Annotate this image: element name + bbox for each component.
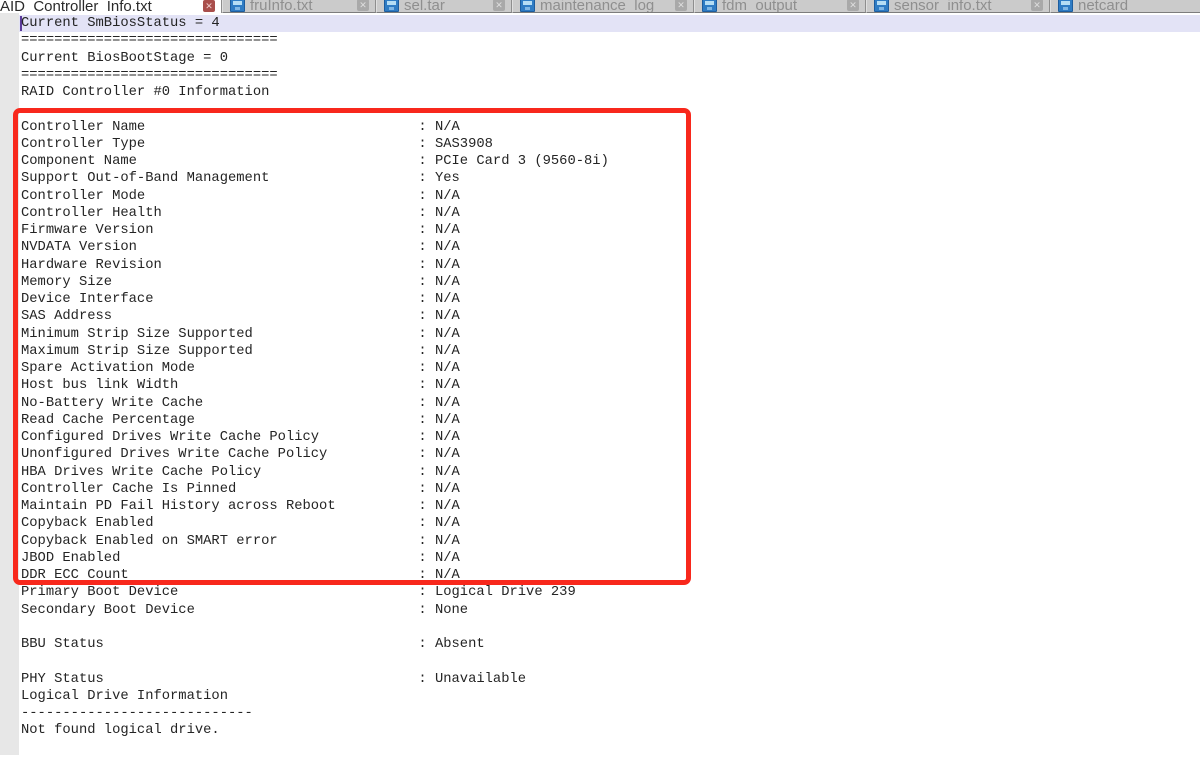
- editor-line: Copyback Enabled : N/A: [21, 515, 609, 532]
- editor-line: Firmware Version : N/A: [21, 222, 609, 239]
- editor-line: JBOD Enabled : N/A: [21, 550, 609, 567]
- document-text: Current SmBiosStatus = 4================…: [21, 15, 609, 740]
- editor-line: [21, 101, 609, 118]
- editor-line: BBU Status : Absent: [21, 636, 609, 653]
- editor-line: Device Interface : N/A: [21, 291, 609, 308]
- tab-content: fdm_output ✕: [695, 0, 865, 13]
- editor-line: No-Battery Write Cache : N/A: [21, 395, 609, 412]
- tab-maintenance-log[interactable]: maintenance_log ✕: [512, 0, 694, 13]
- editor-line: Controller Health : N/A: [21, 205, 609, 222]
- editor-line: Component Name : PCIe Card 3 (9560-8i): [21, 153, 609, 170]
- save-icon: [230, 0, 245, 12]
- editor-line: Maintain PD Fail History across Reboot :…: [21, 498, 609, 515]
- editor-line: Controller Type : SAS3908: [21, 136, 609, 153]
- editor-line: Controller Cache Is Pinned : N/A: [21, 481, 609, 498]
- tab-content: fruInfo.txt ✕: [223, 0, 375, 13]
- editor-line: DDR ECC Count : N/A: [21, 567, 609, 584]
- editor-line: Memory Size : N/A: [21, 274, 609, 291]
- tab-label: fruInfo.txt: [250, 0, 313, 13]
- editor-window: AID_Controller_Info.txt✕fruInfo.txt✕sel.…: [0, 0, 1200, 769]
- save-icon: [874, 0, 889, 12]
- tab-content: sel.tar ✕: [377, 0, 511, 13]
- close-icon[interactable]: ✕: [847, 0, 859, 11]
- editor-line: Not found logical drive.: [21, 722, 609, 739]
- editor-line: Controller Mode : N/A: [21, 188, 609, 205]
- editor-line: Maximum Strip Size Supported : N/A: [21, 343, 609, 360]
- editor-line: Logical Drive Information: [21, 688, 609, 705]
- editor-line: Minimum Strip Size Supported : N/A: [21, 326, 609, 343]
- editor-line: Host bus link Width : N/A: [21, 377, 609, 394]
- editor-line: [21, 653, 609, 670]
- tab-raid-controller-info[interactable]: AID_Controller_Info.txt ✕: [0, 0, 222, 13]
- editor-line: Primary Boot Device : Logical Drive 239: [21, 584, 609, 601]
- tab-label: netcard_: [1078, 0, 1136, 13]
- editor-line: Secondary Boot Device : None: [21, 602, 609, 619]
- tab-label: sensor_info.txt: [894, 0, 992, 13]
- editor-line: Read Cache Percentage : N/A: [21, 412, 609, 429]
- close-icon[interactable]: ✕: [1031, 0, 1043, 11]
- editor-line: ===============================: [21, 32, 609, 49]
- editor-line: Unonfigured Drives Write Cache Policy : …: [21, 446, 609, 463]
- editor-line: [21, 619, 609, 636]
- editor-line: Spare Activation Mode : N/A: [21, 360, 609, 377]
- bookmark-margin: [0, 13, 19, 755]
- tab-label: fdm_output: [722, 0, 797, 13]
- tab-fdm-output[interactable]: fdm_output ✕: [694, 0, 866, 13]
- save-icon: [1058, 0, 1073, 12]
- tab-sel-tar[interactable]: sel.tar ✕: [376, 0, 512, 13]
- editor-line: HBA Drives Write Cache Policy : N/A: [21, 464, 609, 481]
- save-icon: [702, 0, 717, 12]
- tab-content: sensor_info.txt ✕: [867, 0, 1049, 13]
- editor-line: NVDATA Version : N/A: [21, 239, 609, 256]
- editor-line: Configured Drives Write Cache Policy : N…: [21, 429, 609, 446]
- tab-content: netcard_✕: [1051, 0, 1200, 13]
- editor-line: Current SmBiosStatus = 4: [21, 15, 609, 32]
- close-icon[interactable]: ✕: [493, 0, 505, 11]
- tab-netcard[interactable]: netcard_✕: [1050, 0, 1200, 13]
- editor-line: PHY Status : Unavailable: [21, 671, 609, 688]
- close-icon[interactable]: ✕: [357, 0, 369, 11]
- tab-content: AID_Controller_Info.txt ✕: [0, 0, 221, 13]
- tab-fruinfo[interactable]: fruInfo.txt ✕: [222, 0, 376, 13]
- editor-line: SAS Address : N/A: [21, 308, 609, 325]
- tab-bar: AID_Controller_Info.txt✕fruInfo.txt✕sel.…: [0, 0, 1200, 13]
- editor-line: Support Out-of-Band Management : Yes: [21, 170, 609, 187]
- close-icon[interactable]: ✕: [203, 0, 215, 12]
- editor-line: RAID Controller #0 Information: [21, 84, 609, 101]
- editor-area[interactable]: Current SmBiosStatus = 4================…: [0, 13, 1200, 769]
- save-icon: [520, 0, 535, 12]
- editor-line: Controller Name : N/A: [21, 119, 609, 136]
- editor-line: ----------------------------: [21, 705, 609, 722]
- tab-label: AID_Controller_Info.txt: [0, 0, 152, 13]
- close-icon[interactable]: ✕: [675, 0, 687, 11]
- tab-label: sel.tar: [404, 0, 445, 13]
- editor-line: Hardware Revision : N/A: [21, 257, 609, 274]
- editor-line: Copyback Enabled on SMART error : N/A: [21, 533, 609, 550]
- editor-line: Current BiosBootStage = 0: [21, 50, 609, 67]
- editor-line: ===============================: [21, 67, 609, 84]
- tab-label: maintenance_log: [540, 0, 654, 13]
- tab-sensor-info[interactable]: sensor_info.txt ✕: [866, 0, 1050, 13]
- save-icon: [384, 0, 399, 12]
- tab-content: maintenance_log ✕: [513, 0, 693, 13]
